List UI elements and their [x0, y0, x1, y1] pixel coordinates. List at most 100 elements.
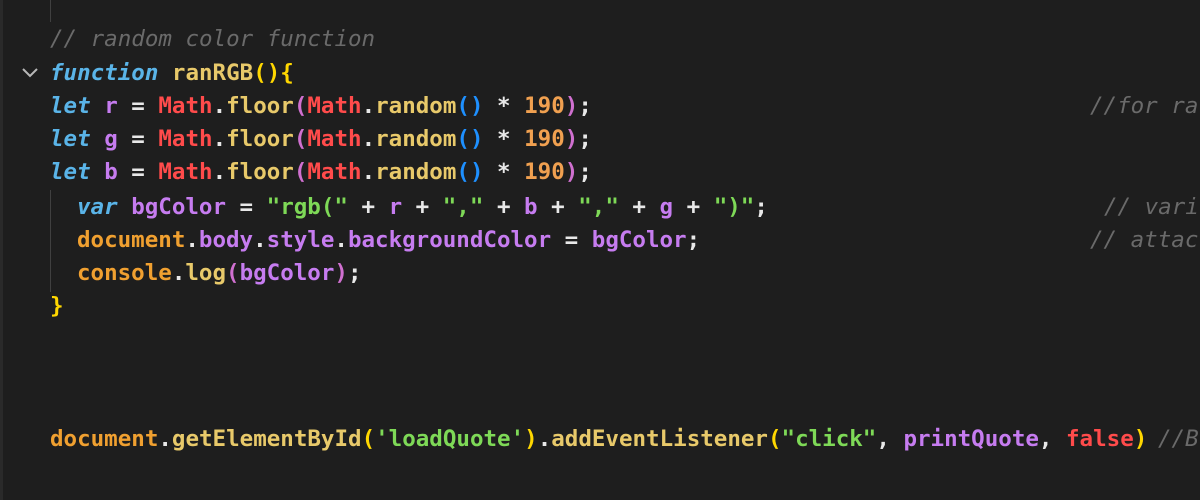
code-line[interactable]: let b = Math.floor(Math.random() * 190); — [50, 155, 592, 189]
code-token-orange-var: document — [50, 426, 159, 452]
code-token-string: "," — [442, 194, 484, 220]
code-token-bracket-purple: ) — [564, 93, 579, 119]
code-token-class-name: Math — [158, 93, 213, 119]
code-token-variable: body — [198, 227, 254, 253]
code-token-number: 190 — [524, 126, 565, 152]
code-token-operator — [91, 93, 105, 119]
code-token-bracket-purple: ) — [564, 159, 579, 185]
code-token-bracket-yellow: ( — [767, 426, 782, 452]
code-line[interactable]: console.log(bgColor); — [77, 256, 361, 290]
code-line[interactable]: document.body.style.backgroundColor = bg… — [77, 223, 700, 257]
code-token-class-name: Math — [307, 126, 362, 152]
code-line[interactable]: let r = Math.floor(Math.random() * 190); — [50, 89, 592, 123]
inline-comment: //B — [1158, 426, 1199, 452]
code-token-keyword: let — [50, 93, 91, 119]
inline-comment: // vari — [1104, 194, 1199, 220]
code-token-operator: = — [226, 194, 267, 220]
code-token-operator: , — [1038, 426, 1067, 452]
code-token-bracket-yellow: { — [280, 60, 294, 86]
code-token-bracket-purple: ( — [293, 93, 308, 119]
code-token-operator: ; — [754, 194, 768, 220]
code-token-operator: . — [361, 93, 376, 119]
code-token-operator: . — [253, 227, 267, 253]
code-line[interactable]: function ranRGB(){ — [50, 56, 294, 90]
code-token-operator: . — [212, 126, 227, 152]
code-token-bracket-purple: ( — [226, 260, 240, 286]
code-token-method: floor — [226, 93, 294, 119]
code-token-method: addEventListener — [551, 426, 768, 452]
code-token-string: "rgb(" — [266, 194, 348, 220]
code-token-method: floor — [226, 159, 294, 185]
code-token-class-name: Math — [307, 93, 362, 119]
code-token-class-name: Math — [307, 159, 362, 185]
code-token-string: ")" — [713, 194, 755, 220]
code-token-class-name: false — [1066, 426, 1134, 452]
code-token-bracket-blue: () — [456, 159, 484, 185]
code-token-class-name: Math — [158, 159, 213, 185]
code-token-number: 190 — [524, 159, 565, 185]
gutter-edge — [0, 0, 3, 500]
code-token-operator: = — [117, 126, 159, 152]
code-token-operator — [118, 194, 132, 220]
code-token-operator: ; — [347, 260, 362, 286]
code-token-bracket-yellow: ) — [1133, 426, 1148, 452]
code-token-string: "click" — [781, 426, 877, 452]
code-token-operator: . — [171, 260, 186, 286]
code-token-bracket-yellow: } — [50, 293, 64, 319]
code-line[interactable]: let g = Math.floor(Math.random() * 190); — [50, 122, 592, 156]
code-line[interactable]: } — [50, 289, 64, 323]
code-token-operator: , — [876, 426, 904, 452]
code-token-operator: . — [212, 93, 227, 119]
code-token-operator — [91, 159, 105, 185]
code-token-operator: . — [361, 126, 376, 152]
code-token-variable: b — [524, 194, 538, 220]
inline-comment: //for ra — [1090, 93, 1199, 119]
code-token-method: log — [185, 260, 227, 286]
code-token-bracket-blue: () — [456, 93, 484, 119]
code-token-variable: printQuote — [903, 426, 1039, 452]
code-token-operator — [91, 126, 105, 152]
code-token-variable: r — [104, 93, 118, 119]
code-token-method: random — [375, 126, 457, 152]
code-token-method: getElementById — [171, 426, 362, 452]
code-token-operator: + — [347, 194, 389, 220]
code-token-variable: bgColor — [591, 227, 687, 253]
code-token-operator: = — [117, 93, 159, 119]
code-token-variable: bgColor — [131, 194, 227, 220]
code-token-method: random — [375, 159, 457, 185]
code-token-operator: ; — [578, 93, 592, 119]
code-token-number: 190 — [524, 93, 565, 119]
indent-guide — [50, 0, 51, 22]
code-token-operator — [158, 60, 172, 86]
code-token-keyword: var — [77, 194, 118, 220]
code-token-variable: bgColor — [239, 260, 335, 286]
code-token-operator: + — [402, 194, 443, 220]
code-token-variable: g — [659, 194, 674, 220]
code-token-operator: ; — [578, 126, 592, 152]
code-token-operator: . — [185, 227, 199, 253]
code-token-operator: + — [537, 194, 579, 220]
code-token-bracket-purple: ( — [293, 159, 308, 185]
code-line[interactable]: var bgColor = "rgb(" + r + "," + b + ","… — [77, 190, 768, 224]
code-token-operator: ; — [686, 227, 701, 253]
code-line[interactable]: // random color function — [50, 22, 375, 56]
code-token-variable: style — [266, 227, 335, 253]
code-token-bracket-blue: () — [456, 126, 484, 152]
code-token-operator: + — [673, 194, 714, 220]
code-token-operator: = — [551, 227, 592, 253]
code-token-operator: * — [483, 93, 525, 119]
code-token-operator: * — [483, 159, 525, 185]
code-token-variable: g — [104, 126, 118, 152]
code-token-bracket-yellow: ) — [266, 60, 281, 86]
code-line[interactable]: document.getElementById('loadQuote').add… — [50, 422, 1147, 456]
code-token-operator: = — [117, 159, 159, 185]
chevron-down-icon[interactable] — [18, 60, 42, 84]
code-token-variable: backgroundColor — [347, 227, 552, 253]
code-token-bracket-yellow: ( — [253, 60, 267, 86]
code-token-comment: // random color function — [50, 26, 376, 52]
code-token-class-name: Math — [158, 126, 213, 152]
code-token-operator: . — [158, 426, 172, 452]
code-editor[interactable]: // random color function function ranRGB(… — [0, 0, 1200, 500]
code-token-operator: . — [361, 159, 376, 185]
code-token-bracket-purple: ) — [564, 126, 579, 152]
